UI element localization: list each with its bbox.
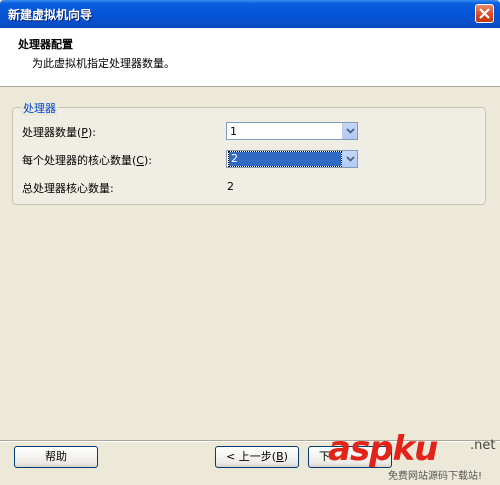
cores-per-processor-label: 每个处理器的核心数量(C):: [22, 152, 152, 168]
title-bar[interactable]: 新建虚拟机向导: [0, 0, 500, 28]
close-button[interactable]: [475, 4, 494, 23]
back-label-end: ): [283, 450, 288, 463]
total-cores-value: 2: [227, 180, 234, 193]
label-text: 每个处理器的核心数量(: [22, 154, 137, 167]
watermark-tld: .net: [470, 438, 496, 453]
close-icon: [479, 8, 490, 19]
help-button[interactable]: 帮助: [14, 446, 98, 468]
page-subtitle: 为此虚拟机指定处理器数量。: [32, 57, 175, 70]
processor-count-label: 处理器数量(P):: [22, 124, 96, 140]
chevron-down-icon: [346, 156, 355, 162]
mnemonic: C: [136, 154, 144, 167]
label-text: 处理器数量(: [22, 126, 82, 139]
back-label: < 上一步(: [226, 450, 277, 463]
window-title: 新建虚拟机向导: [8, 8, 93, 22]
selected-value: 2: [228, 151, 342, 167]
dropdown-button[interactable]: [342, 151, 357, 167]
watermark-logo: aspku .net 免费网站源码下载站!: [328, 430, 500, 485]
selected-value: 1: [230, 125, 237, 138]
cores-per-processor-select[interactable]: 2: [226, 150, 358, 168]
processor-count-select[interactable]: 1: [226, 122, 358, 140]
label-end: ):: [143, 154, 152, 167]
mnemonic: B: [276, 450, 284, 463]
mnemonic: P: [81, 126, 88, 139]
group-legend: 处理器: [21, 100, 58, 116]
label-end: ):: [87, 126, 96, 139]
dropdown-button[interactable]: [342, 123, 357, 139]
total-cores-label: 总处理器核心数量:: [22, 182, 114, 195]
chevron-down-icon: [346, 128, 355, 134]
back-button[interactable]: < 上一步(B): [215, 446, 299, 468]
page-title: 处理器配置: [18, 38, 73, 51]
watermark-tagline: 免费网站源码下载站!: [388, 471, 483, 482]
watermark-brand: aspku: [328, 430, 438, 469]
wizard-header: 处理器配置 为此虚拟机指定处理器数量。: [0, 28, 500, 87]
